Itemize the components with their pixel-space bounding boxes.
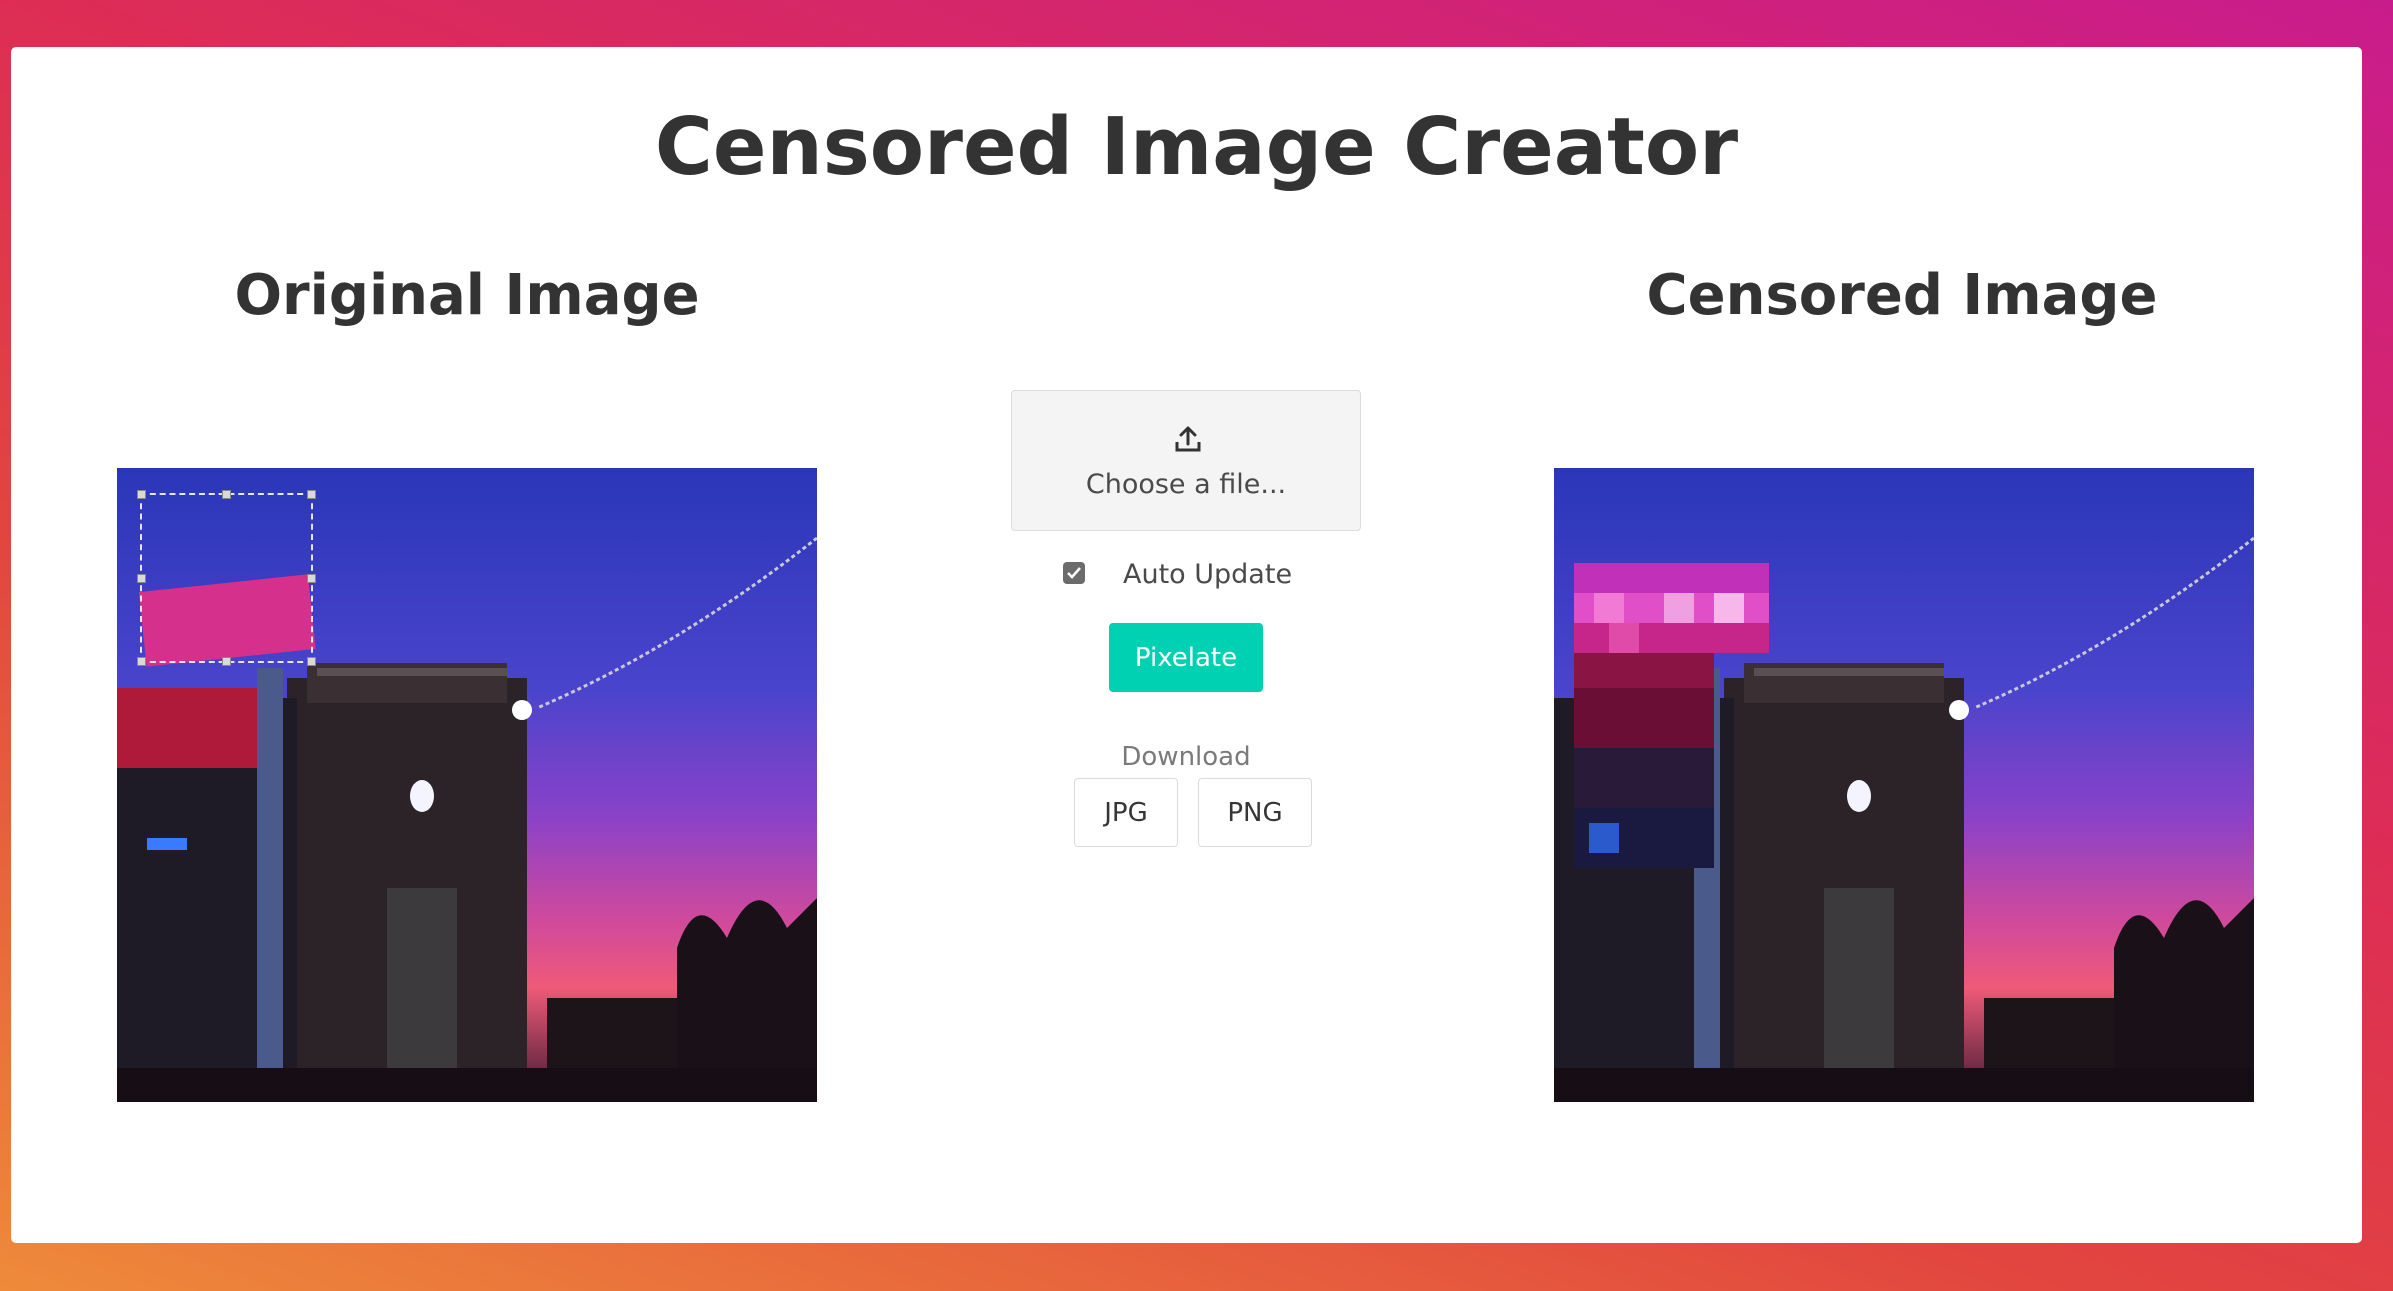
- download-png-button[interactable]: PNG: [1198, 778, 1312, 847]
- download-label: Download: [1121, 742, 1251, 772]
- page-title: Censored Image Creator: [654, 101, 1739, 193]
- download-jpg-button[interactable]: JPG: [1074, 778, 1178, 847]
- pixelate-button[interactable]: Pixelate: [1109, 623, 1263, 692]
- original-image[interactable]: [117, 468, 817, 1102]
- resize-handle[interactable]: [222, 490, 231, 499]
- resize-handle[interactable]: [307, 657, 316, 666]
- selection-box[interactable]: [137, 490, 316, 666]
- upload-icon: [1175, 426, 1201, 452]
- original-image-heading: Original Image: [234, 263, 700, 328]
- check-icon: [1067, 567, 1081, 579]
- resize-handle[interactable]: [137, 657, 146, 666]
- auto-update-label: Auto Update: [1123, 559, 1293, 590]
- resize-handle[interactable]: [307, 490, 316, 499]
- resize-handle[interactable]: [137, 574, 146, 583]
- auto-update-checkbox[interactable]: [1063, 562, 1085, 584]
- censored-image-heading: Censored Image: [1646, 263, 2158, 328]
- file-upload-button[interactable]: Choose a file...: [1011, 390, 1361, 531]
- resize-handle[interactable]: [222, 657, 231, 666]
- file-upload-label: Choose a file...: [1085, 469, 1287, 500]
- censored-image: [1554, 468, 2254, 1102]
- resize-handle[interactable]: [307, 574, 316, 583]
- resize-handle[interactable]: [137, 490, 146, 499]
